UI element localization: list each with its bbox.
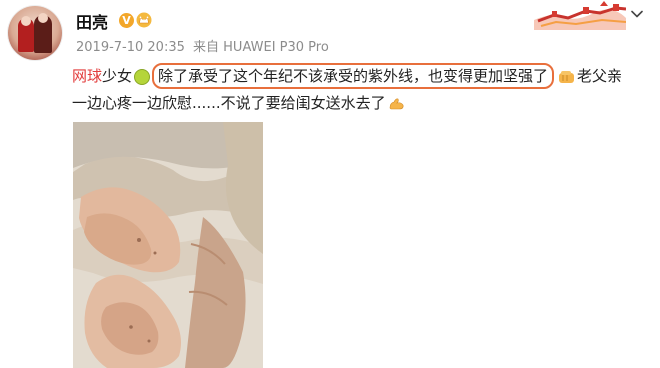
tennis-ball-icon	[134, 68, 151, 85]
fist-bump-icon	[559, 71, 575, 83]
great-wall-banner-icon	[534, 0, 626, 30]
post-source: 来自 HUAWEI P30 Pro	[193, 40, 329, 55]
avatar-icon[interactable]	[8, 6, 62, 60]
crown-icon	[136, 12, 152, 28]
post-text-line2: 一边心疼一边欣慰......不说了要给闺女送水去了	[72, 90, 652, 117]
highlighted-sentence: 除了承受了这个年纪不该承受的紫外线，也变得更加坚强了	[152, 63, 555, 89]
verified-badge-icon: V	[119, 13, 134, 28]
avatar-face-1	[21, 16, 31, 26]
post-image[interactable]	[73, 122, 263, 368]
post-meta: 2019-7-10 20:35 来自 HUAWEI P30 Pro	[76, 39, 333, 57]
post-text: 网球少女 除了承受了这个年纪不该承受的紫外线，也变得更加坚强了 老父亲 一边心疼一…	[72, 63, 652, 117]
chevron-down-icon[interactable]	[630, 7, 644, 21]
timestamp[interactable]: 2019-7-10 20:35	[76, 40, 185, 55]
text-before-highlight: 少女	[102, 67, 133, 85]
muscle-icon	[389, 98, 404, 110]
topic-tag[interactable]: 网球	[72, 67, 102, 85]
line2-content: 一边心疼一边欣慰......不说了要给闺女送水去了	[72, 94, 386, 112]
avatar-face-2	[38, 13, 48, 23]
text-after-highlight: 老父亲	[577, 67, 623, 85]
username[interactable]: 田亮	[76, 13, 108, 33]
